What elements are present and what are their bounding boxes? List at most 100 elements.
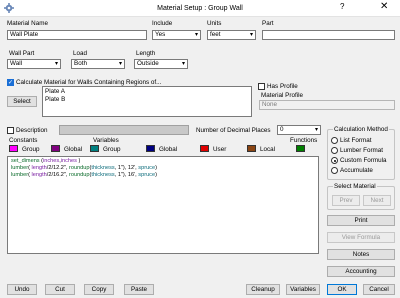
has-profile-checkbox[interactable] xyxy=(258,83,265,90)
units-label: Units xyxy=(207,20,222,27)
calc-regions-checkbox[interactable]: ✓ xyxy=(7,79,14,86)
ok-button[interactable]: OK xyxy=(327,284,357,295)
view-formula-button[interactable]: View Formula xyxy=(327,232,395,243)
part-field[interactable] xyxy=(262,30,395,40)
wall-part-label: Wall Part xyxy=(9,50,35,57)
formula-line: lumber( length/2/12.2", roundup(thicknes… xyxy=(11,165,315,172)
legend-label: Group xyxy=(103,146,121,153)
description-label: Description xyxy=(16,127,48,134)
formula-token: /2/12.2", xyxy=(46,165,69,171)
accumulate-radio[interactable] xyxy=(331,167,338,174)
legend-swatch xyxy=(296,145,305,152)
chevron-down-icon: ▾ xyxy=(118,61,122,67)
part-label: Part xyxy=(262,20,274,27)
paste-button[interactable]: Paste xyxy=(124,284,154,295)
formula-token: lumber xyxy=(11,165,29,171)
chevron-down-icon: ▾ xyxy=(194,32,198,38)
regions-list[interactable]: Plate A Plate B xyxy=(42,86,252,117)
formula-token: ) xyxy=(76,158,81,164)
formula-token: spruce xyxy=(138,172,156,178)
legend-label: Local xyxy=(260,146,276,153)
select-regions-button[interactable]: Select xyxy=(7,96,37,107)
formula-token: spruce xyxy=(138,165,156,171)
formula-token: ) xyxy=(155,165,157,171)
calc-method-label: Calculation Method xyxy=(333,126,389,134)
legend-swatch xyxy=(51,145,60,152)
list-format-radio[interactable] xyxy=(331,137,338,144)
formula-token: length xyxy=(31,172,47,178)
formula-token: , 1"), 12', xyxy=(114,165,139,171)
formula-token: length xyxy=(31,165,47,171)
formula-editor[interactable]: set_dimens (inches,inches ) lumber( lengt… xyxy=(7,156,319,254)
select-material-label: Select Material xyxy=(333,183,377,191)
copy-button[interactable]: Copy xyxy=(84,284,114,295)
formula-token: inches xyxy=(43,158,60,164)
accumulate-label: Accumulate xyxy=(340,167,373,174)
formula-lines: set_dimens (inches,inches ) lumber( lengt… xyxy=(11,158,315,179)
material-profile-field[interactable]: None xyxy=(259,100,395,110)
next-button[interactable]: Next xyxy=(363,195,391,206)
notes-button[interactable]: Notes xyxy=(327,249,395,260)
legend-swatch xyxy=(9,145,18,152)
wall-part-value: Wall xyxy=(10,60,23,67)
constants-label: Constants xyxy=(9,137,38,144)
accounting-button[interactable]: Accounting xyxy=(327,266,395,277)
decimal-places-value: 0 xyxy=(280,126,284,133)
cut-button[interactable]: Cut xyxy=(45,284,75,295)
legend-swatch xyxy=(247,145,256,152)
lumber-format-radio[interactable] xyxy=(331,147,338,154)
close-button[interactable]: ✕ xyxy=(380,1,388,12)
variables-button[interactable]: Variables xyxy=(286,284,320,295)
legend-swatch xyxy=(90,145,99,152)
legend-label: Global xyxy=(159,146,178,153)
load-label: Load xyxy=(73,50,88,57)
length-label: Length xyxy=(136,50,156,57)
legend-swatch xyxy=(200,145,209,152)
formula-line: set_dimens (inches,inches ) xyxy=(11,158,315,165)
help-button[interactable]: ? xyxy=(340,2,344,11)
formula-line: lumber( length/2/16.2", roundup(thicknes… xyxy=(11,172,315,179)
chevron-down-icon: ▾ xyxy=(181,61,185,67)
length-value: Outside xyxy=(137,60,159,67)
formula-token: , 1"), 16', xyxy=(114,172,139,178)
formula-token: set_dimens xyxy=(11,158,40,164)
chevron-down-icon: ▾ xyxy=(54,61,58,67)
legend-swatch xyxy=(146,145,155,152)
lumber-format-label: Lumber Format xyxy=(340,147,384,154)
include-select[interactable]: Yes ▾ xyxy=(152,30,201,40)
list-item[interactable]: Plate B xyxy=(45,96,65,104)
functions-label: Functions xyxy=(290,137,318,144)
title-bar: Material Setup : Group Wall ? ✕ xyxy=(0,0,400,17)
length-select[interactable]: Outside ▾ xyxy=(134,59,188,69)
wall-part-select[interactable]: Wall ▾ xyxy=(7,59,61,69)
description-checkbox[interactable] xyxy=(7,127,14,134)
custom-formula-radio[interactable] xyxy=(331,157,338,164)
include-value: Yes xyxy=(155,31,166,38)
list-format-label: List Format xyxy=(340,137,372,144)
has-profile-label: Has Profile xyxy=(267,83,298,90)
load-select[interactable]: Both ▾ xyxy=(71,59,125,69)
units-value: feet xyxy=(210,31,221,38)
print-button[interactable]: Print xyxy=(327,215,395,226)
list-item[interactable]: Plate A xyxy=(45,88,65,96)
formula-token: roundup xyxy=(68,165,90,171)
cancel-button[interactable]: Cancel xyxy=(363,284,395,295)
formula-token: thickness xyxy=(91,172,115,178)
decimal-places-select[interactable]: 0 ▾ xyxy=(277,125,321,135)
formula-token: roundup xyxy=(68,172,90,178)
legend-label: Global xyxy=(64,146,83,153)
units-select[interactable]: feet ▾ xyxy=(207,30,256,40)
material-name-label: Material Name xyxy=(7,20,48,27)
legend-label: Group xyxy=(22,146,40,153)
formula-token: lumber xyxy=(11,172,29,178)
custom-formula-label: Custom Formula xyxy=(340,157,387,164)
material-profile-label: Material Profile xyxy=(261,92,303,99)
undo-button[interactable]: Undo xyxy=(7,284,37,295)
formula-token: inches xyxy=(60,158,77,164)
formula-token: ) xyxy=(155,172,157,178)
cleanup-button[interactable]: Cleanup xyxy=(246,284,280,295)
description-field[interactable] xyxy=(59,125,189,135)
formula-token: thickness xyxy=(91,165,115,171)
prev-button[interactable]: Prev xyxy=(332,195,360,206)
material-name-field[interactable]: Wall Plate xyxy=(7,30,147,40)
